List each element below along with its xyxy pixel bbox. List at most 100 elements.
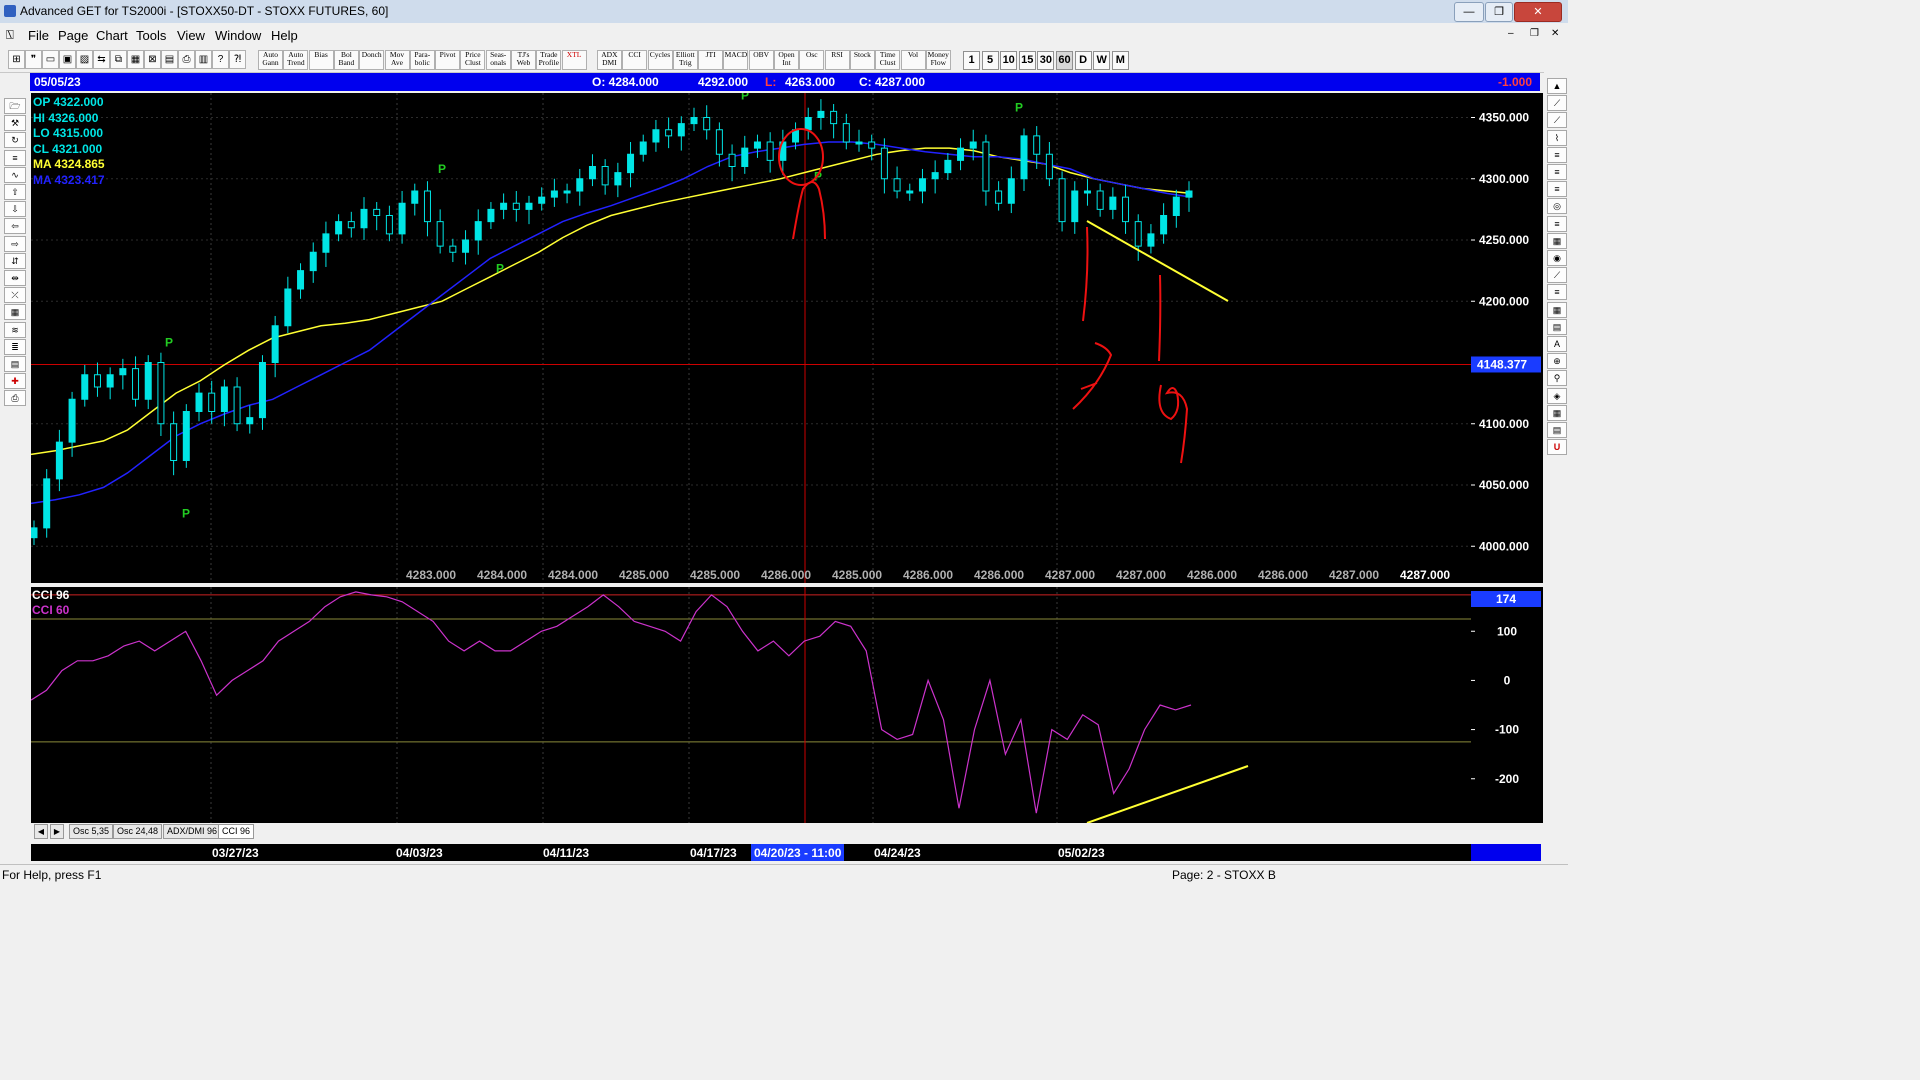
- drawing-tool-icon[interactable]: ▤: [4, 356, 26, 372]
- study-button[interactable]: MACD: [723, 50, 749, 70]
- study-button[interactable]: Money Flow: [925, 50, 951, 70]
- study-button[interactable]: Trade Profile: [536, 50, 562, 70]
- menu-page[interactable]: Page: [58, 28, 88, 43]
- study-button[interactable]: Mov Ave: [384, 50, 410, 70]
- drawing-tool-icon[interactable]: ⇧: [4, 184, 26, 200]
- drawing-tool-icon[interactable]: ⤫: [4, 287, 26, 304]
- analysis-tool-icon[interactable]: ◉: [1547, 250, 1567, 266]
- drawing-tool-icon[interactable]: ✚: [4, 373, 26, 390]
- menu-tools[interactable]: Tools: [136, 28, 166, 43]
- analysis-tool-icon[interactable]: ⟋: [1547, 267, 1567, 284]
- study-button[interactable]: CCI: [622, 50, 648, 70]
- analysis-tool-icon[interactable]: ▤: [1547, 422, 1567, 438]
- study-button[interactable]: Time Clust: [875, 50, 901, 70]
- study-button[interactable]: TJ's Web: [511, 50, 536, 70]
- minimize-button[interactable]: —: [1454, 2, 1484, 22]
- study-button[interactable]: Price Clust: [460, 50, 486, 70]
- mdi-close-button[interactable]: ✕: [1551, 28, 1559, 39]
- toolbar-tool-icon[interactable]: ⎙: [178, 50, 195, 69]
- close-button[interactable]: ✕: [1514, 2, 1562, 22]
- analysis-tool-icon[interactable]: ▤: [1547, 318, 1567, 335]
- tab-scroll-right-icon[interactable]: ▶: [50, 824, 64, 839]
- study-button[interactable]: Para-bolic: [409, 50, 435, 70]
- interval-button[interactable]: 60: [1056, 51, 1073, 70]
- tab-adx-dmi-96[interactable]: ADX/DMI 96: [163, 824, 222, 839]
- study-button[interactable]: Osc: [799, 50, 825, 70]
- study-button[interactable]: Stock: [849, 50, 875, 70]
- tab-osc-24-48[interactable]: Osc 24,48: [113, 824, 163, 839]
- analysis-tool-icon[interactable]: U: [1547, 439, 1567, 456]
- mdi-restore-button[interactable]: ❐: [1530, 28, 1539, 39]
- toolbar-tool-icon[interactable]: ⊞: [8, 50, 25, 69]
- analysis-tool-icon[interactable]: ≡: [1547, 284, 1567, 301]
- analysis-tool-icon[interactable]: ◈: [1547, 387, 1567, 404]
- analysis-tool-icon[interactable]: ◎: [1547, 198, 1567, 215]
- drawing-tool-icon[interactable]: ⇩: [4, 201, 26, 218]
- drawing-tool-icon[interactable]: ≡: [4, 149, 26, 166]
- study-button[interactable]: ADX DMI: [596, 50, 622, 70]
- toolbar-tool-icon[interactable]: ▤: [161, 50, 178, 69]
- maximize-button[interactable]: ❐: [1485, 2, 1513, 22]
- interval-button[interactable]: D: [1074, 51, 1092, 70]
- menu-help[interactable]: Help: [271, 28, 298, 43]
- drawing-tool-icon[interactable]: ⇨: [4, 235, 26, 252]
- toolbar-tool-icon[interactable]: ?: [212, 50, 229, 69]
- drawing-tool-icon[interactable]: ⎙: [4, 390, 26, 407]
- analysis-tool-icon[interactable]: ≡: [1547, 164, 1567, 180]
- drawing-tool-icon[interactable]: ▦: [4, 304, 26, 321]
- study-button[interactable]: XTL: [561, 50, 587, 70]
- drawing-tool-icon[interactable]: ≋: [4, 321, 26, 338]
- analysis-tool-icon[interactable]: ⊕: [1547, 353, 1567, 370]
- drawing-tool-icon[interactable]: ⇹: [4, 270, 26, 286]
- drawing-tool-icon[interactable]: ↻: [4, 132, 26, 149]
- analysis-tool-icon[interactable]: A: [1547, 336, 1567, 352]
- study-button[interactable]: RSI: [824, 50, 850, 70]
- toolbar-tool-icon[interactable]: ▥: [195, 50, 212, 69]
- tab-osc-5-35[interactable]: Osc 5,35: [69, 824, 114, 839]
- menu-file[interactable]: File: [28, 28, 49, 43]
- toolbar-tool-icon[interactable]: ▦: [127, 50, 144, 69]
- toolbar-tool-icon[interactable]: ⇆: [93, 50, 110, 69]
- analysis-tool-icon[interactable]: ▦: [1547, 232, 1567, 249]
- toolbar-tool-icon[interactable]: ▭: [42, 50, 59, 69]
- drawing-tool-icon[interactable]: ≣: [4, 338, 26, 355]
- study-button[interactable]: JTI: [698, 50, 724, 70]
- interval-button[interactable]: 1: [963, 51, 980, 70]
- interval-button[interactable]: 30: [1037, 51, 1055, 70]
- drawing-tool-icon[interactable]: ∿: [4, 166, 26, 183]
- study-button[interactable]: Elliott Trig: [672, 50, 698, 70]
- analysis-tool-icon[interactable]: ≡: [1547, 215, 1567, 232]
- drawing-tool-icon[interactable]: ⇦: [4, 218, 26, 235]
- tab-scroll-left-icon[interactable]: ◀: [34, 824, 48, 839]
- study-button[interactable]: OBV: [748, 50, 774, 70]
- mdi-minimize-button[interactable]: –: [1508, 28, 1514, 39]
- toolbar-tool-icon[interactable]: ▣: [59, 50, 76, 69]
- analysis-tool-icon[interactable]: ⟋: [1547, 112, 1567, 129]
- tab-cci-96[interactable]: CCI 96: [218, 824, 255, 839]
- study-button[interactable]: Vol: [900, 50, 926, 70]
- analysis-tool-icon[interactable]: ⟋: [1547, 95, 1567, 112]
- analysis-tool-icon[interactable]: ▦: [1547, 301, 1567, 318]
- toolbar-tool-icon[interactable]: ⧉: [110, 50, 127, 69]
- study-button[interactable]: Open Int: [774, 50, 799, 70]
- analysis-tool-icon[interactable]: ▲: [1547, 78, 1567, 94]
- cci-panel[interactable]: CCI 96 CCI 60: [31, 587, 1471, 823]
- study-button[interactable]: Donch: [359, 50, 385, 70]
- toolbar-tool-icon[interactable]: ⊠: [144, 50, 161, 69]
- study-button[interactable]: Bol Band: [333, 50, 359, 70]
- study-button[interactable]: Auto Trend: [283, 50, 309, 70]
- drawing-tool-icon[interactable]: ⇵: [4, 252, 26, 269]
- analysis-tool-icon[interactable]: ▦: [1547, 404, 1567, 421]
- toolbar-tool-icon[interactable]: ▨: [76, 50, 93, 69]
- study-button[interactable]: Auto Gann: [258, 50, 283, 70]
- toolbar-tool-icon[interactable]: ⁈: [229, 50, 246, 69]
- study-button[interactable]: Seas-onals: [485, 50, 511, 70]
- drawing-tool-icon[interactable]: ⚒: [4, 115, 26, 132]
- menu-view[interactable]: View: [177, 28, 205, 43]
- study-button[interactable]: Pivot: [435, 50, 461, 70]
- analysis-tool-icon[interactable]: ≡: [1547, 181, 1567, 198]
- interval-button[interactable]: 5: [981, 51, 999, 70]
- analysis-tool-icon[interactable]: ⚲: [1547, 370, 1567, 387]
- analysis-tool-icon[interactable]: ⌇: [1547, 129, 1567, 146]
- menu-chart[interactable]: Chart: [96, 28, 128, 43]
